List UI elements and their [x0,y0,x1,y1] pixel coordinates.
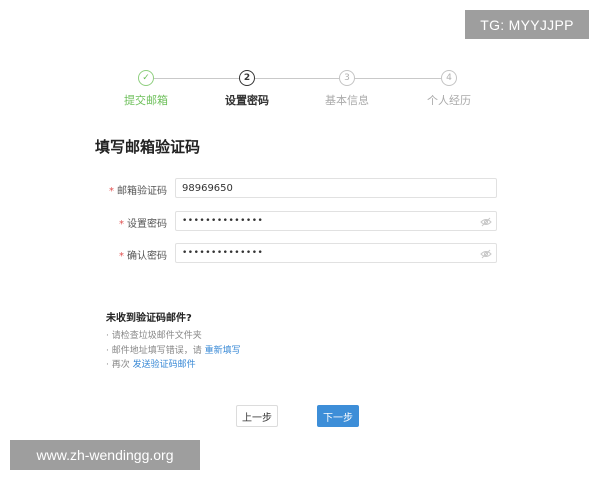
confirm-password-input[interactable]: •••••••••••••• [175,243,497,263]
required-mark: * [119,219,124,230]
help-line-wrong-email: · 邮件地址填写错误，请 重新填写 [106,343,241,356]
confirm-password-value: •••••••••••••• [182,248,264,258]
password-input[interactable]: •••••••••••••• [175,211,497,231]
step-3-label: 基本信息 [325,94,369,107]
verify-code-input[interactable]: 98969650 [175,178,497,198]
verify-code-row: * 邮箱验证码 98969650 [0,178,600,200]
password-value: •••••••••••••• [182,216,264,226]
step-connector [354,78,441,79]
refill-link[interactable]: 重新填写 [205,346,241,356]
site-watermark: www.zh-wendingg.org [10,440,200,470]
eye-off-icon[interactable] [480,216,492,228]
required-mark: * [119,251,124,262]
help-line-resend: · 再次 发送验证码邮件 [106,357,196,370]
next-button[interactable]: 下一步 [317,405,359,427]
verify-code-label-text: 邮箱验证码 [117,186,167,197]
step-2-circle: 2 [239,70,255,86]
password-label: * 设置密码 [119,215,167,230]
step-4-label: 个人经历 [427,94,471,107]
help-title: 未收到验证码邮件? [106,313,192,324]
step-connector [255,78,339,79]
step-1-check-icon: ✓ [138,70,154,86]
password-label-text: 设置密码 [127,219,167,230]
required-mark: * [109,186,114,197]
progress-steps: ✓ 2 3 4 提交邮箱 设置密码 基本信息 个人经历 [0,0,600,120]
step-2-label: 设置密码 [225,94,269,107]
help-line-wrong-email-text: · 邮件地址填写错误，请 [106,346,205,356]
eye-off-icon[interactable] [480,248,492,260]
password-row: * 设置密码 •••••••••••••• [0,211,600,233]
resend-code-link[interactable]: 发送验证码邮件 [133,360,196,370]
step-4-circle: 4 [441,70,457,86]
step-1-label: 提交邮箱 [124,94,168,107]
confirm-password-label-text: 确认密码 [127,251,167,262]
confirm-password-label: * 确认密码 [119,247,167,262]
confirm-password-row: * 确认密码 •••••••••••••• [0,243,600,265]
step-3-circle: 3 [339,70,355,86]
help-line-resend-text: · 再次 [106,360,133,370]
verify-code-label: * 邮箱验证码 [109,182,167,197]
step-connector [154,78,240,79]
help-line-spam: · 请检查垃圾邮件文件夹 [106,331,202,341]
page-title: 填写邮箱验证码 [95,138,201,156]
prev-button[interactable]: 上一步 [236,405,278,427]
